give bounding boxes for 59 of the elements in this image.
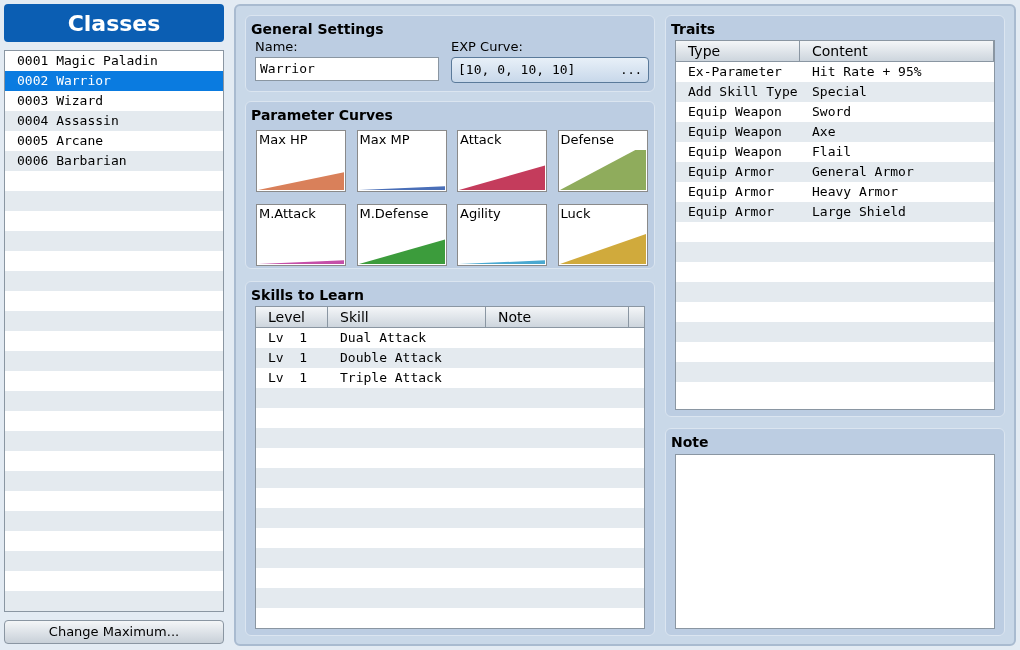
field-label: EXP Curve:: [451, 39, 523, 55]
column-header[interactable]: Content: [800, 41, 994, 61]
curve-label: Max MP: [358, 131, 410, 149]
curve-card[interactable]: Defense: [557, 130, 648, 192]
name-field[interactable]: Warrior: [255, 57, 439, 81]
table-cell-text: Equip Armor: [687, 163, 776, 181]
curve-label: Agility: [459, 205, 501, 223]
group-title: General Settings: [251, 20, 384, 38]
curve-label: Attack: [459, 131, 502, 149]
table-cell-text: Dual Attack: [339, 329, 427, 347]
curve-label: Defense: [559, 131, 615, 149]
curve-label: M.Defense: [358, 205, 429, 223]
class-list-item[interactable]: 0004 Assassin: [5, 111, 223, 131]
curve-card[interactable]: M.Attack: [256, 204, 346, 266]
column-header[interactable]: Note: [486, 307, 629, 327]
group-title: Parameter Curves: [251, 106, 393, 124]
table-cell-text: Ex-Parameter: [687, 63, 783, 81]
table-cell-text: General Armor: [811, 163, 914, 181]
table-cell-text: Axe: [811, 123, 836, 141]
table-cell-text: Triple Attack: [339, 369, 442, 387]
column-header[interactable]: Skill: [328, 307, 486, 327]
curve-card[interactable]: M.Defense: [356, 204, 447, 266]
table-cell-text: Lv 1: [267, 369, 309, 387]
table-cell-text: Add Skill Type: [687, 83, 799, 101]
change-maximum-button[interactable]: Change Maximum...: [4, 620, 224, 644]
table-cell-text: Equip Armor: [687, 203, 776, 221]
curve-card[interactable]: Attack: [457, 130, 547, 192]
exp-curve-field[interactable]: [10, 0, 10, 10] ...: [451, 57, 649, 83]
curve-label: M.Attack: [258, 205, 316, 223]
group-title: Traits: [671, 20, 716, 38]
table-cell-text: Special: [811, 83, 867, 101]
curve-card[interactable]: Agility: [457, 204, 547, 266]
table-cell-text: Lv 1: [267, 329, 309, 347]
curve-label: Luck: [559, 205, 591, 223]
field-label: Name:: [255, 39, 298, 55]
class-list-item[interactable]: 0006 Barbarian: [5, 151, 223, 171]
curve-card[interactable]: Luck: [557, 204, 648, 266]
table-cell-text: Flail: [811, 143, 852, 161]
table-cell-text: Equip Weapon: [687, 123, 783, 141]
group-title: Skills to Learn: [251, 286, 364, 304]
note-field[interactable]: [675, 454, 995, 629]
table-cell-text: Equip Weapon: [687, 143, 783, 161]
ellipsis-button[interactable]: ...: [620, 61, 642, 79]
column-header[interactable]: Type: [676, 41, 800, 61]
table-cell-text: Large Shield: [811, 203, 906, 221]
curve-card[interactable]: Max HP: [256, 130, 346, 192]
curve-card[interactable]: Max MP: [356, 130, 447, 192]
table-cell-text: Equip Weapon: [687, 103, 783, 121]
class-list-item[interactable]: 0002 Warrior: [5, 71, 223, 91]
table-cell-text: Sword: [811, 103, 852, 121]
column-header[interactable]: Level: [256, 307, 328, 327]
curve-label: Max HP: [258, 131, 308, 149]
table-cell-text: Hit Rate + 95%: [811, 63, 922, 81]
table-cell-text: Lv 1: [267, 349, 309, 367]
table-cell-text: Heavy Armor: [811, 183, 899, 201]
title-text: Classes: [67, 9, 161, 38]
group-title: Note: [671, 433, 709, 451]
table-cell-text: Double Attack: [339, 349, 442, 367]
table-cell-text: Equip Armor: [687, 183, 776, 201]
